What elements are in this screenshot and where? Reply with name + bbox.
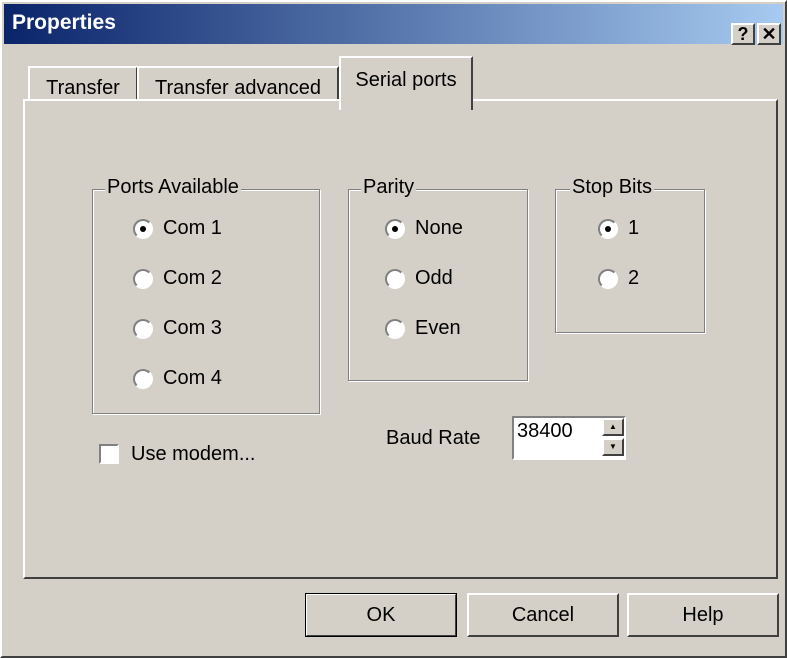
radio-circle — [598, 269, 618, 289]
stop-bits-group: Stop Bits 1 2 — [555, 176, 705, 333]
stop-bits-title: Stop Bits — [570, 176, 655, 199]
radio-label: Even — [415, 317, 461, 339]
radio-label: None — [415, 217, 463, 239]
radio-circle — [133, 269, 153, 289]
parity-title: Parity — [361, 176, 417, 199]
use-modem-checkbox[interactable] — [99, 444, 119, 464]
radio-label: Com 2 — [163, 267, 222, 289]
parity-group: Parity None Odd Even — [348, 176, 528, 381]
serial-ports-panel: Ports Available Com 1 Com 2 Com 3 Com 4 … — [23, 99, 778, 579]
ports-available-title: Ports Available — [105, 176, 241, 199]
ports-available-group: Ports Available Com 1 Com 2 Com 3 Com 4 — [92, 176, 320, 414]
baud-rate-label: Baud Rate — [386, 427, 481, 449]
radio-label: Com 3 — [163, 317, 222, 339]
help-button[interactable]: Help — [627, 593, 779, 637]
window-title: Properties — [12, 11, 116, 34]
radio-circle — [133, 369, 153, 389]
baud-rate-value: 38400 — [517, 420, 573, 442]
radio-label: 1 — [628, 217, 640, 239]
radio-circle — [133, 319, 153, 339]
radio-circle — [385, 269, 405, 289]
radio-label: Odd — [415, 267, 453, 289]
radio-circle — [385, 219, 405, 239]
spin-up-icon[interactable]: ▲ — [602, 418, 624, 436]
baud-rate-input[interactable]: 38400 ▲ ▼ — [512, 416, 626, 460]
radio-circle — [133, 219, 153, 239]
close-icon[interactable]: ✕ — [757, 23, 781, 45]
use-modem-label[interactable]: Use modem... — [131, 443, 255, 466]
tab-serial-ports[interactable]: Serial ports — [339, 56, 473, 110]
radio-circle — [598, 219, 618, 239]
ok-button[interactable]: OK — [305, 593, 457, 637]
radio-circle — [385, 319, 405, 339]
cancel-button[interactable]: Cancel — [467, 593, 619, 637]
title-bar[interactable]: Properties ? ✕ — [4, 4, 783, 45]
spin-down-icon[interactable]: ▼ — [602, 438, 624, 456]
radio-label: Com 4 — [163, 367, 222, 389]
radio-label: 2 — [628, 267, 640, 289]
help-icon[interactable]: ? — [731, 23, 755, 45]
radio-label: Com 1 — [163, 217, 222, 239]
